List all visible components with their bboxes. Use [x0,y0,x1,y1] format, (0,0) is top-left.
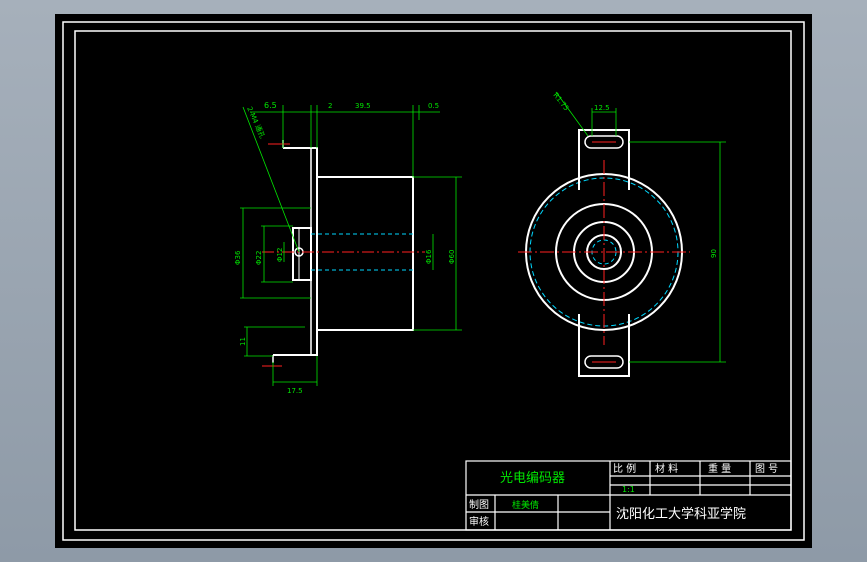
scale-label: 比 例 [613,462,636,475]
drawing-canvas: 6.5 2 39.5 0.5 Φ36 Φ22 Φ12 Φ16 Φ60 11 17… [55,14,812,548]
dim-height: 90 [710,249,718,258]
dim-slot-width: 12.5 [594,104,610,112]
drawn-label: 制图 [469,498,489,511]
dim-top-offset: 6.5 [264,101,277,110]
drawn-by: 桂美倩 [512,499,539,511]
weight-label: 重 量 [708,462,731,475]
dim-flange-thick: 11 [239,337,247,346]
part-name: 光电编码器 [500,471,565,486]
dim-dia-outer: Φ36 [234,250,242,265]
dim-gap: 2 [328,102,332,110]
dim-dia-inner: Φ12 [276,248,284,262]
dim-flange-width: 17.5 [287,387,303,395]
material-label: 材 料 [655,462,678,475]
dim-dia-body: Φ60 [448,250,456,264]
drawing-sheet [55,14,812,548]
dim-body-length: 39.5 [355,102,371,110]
dim-dia-bore: Φ16 [425,249,433,264]
drawing-no-label: 图 号 [755,463,778,475]
dim-dia-mid: Φ22 [255,251,263,265]
scale-value: 1:1 [622,485,635,494]
cad-viewport: 6.5 2 39.5 0.5 Φ36 Φ22 Φ12 Φ16 Φ60 11 17… [0,0,867,562]
school-name: 沈阳化工大学科亚学院 [616,506,746,522]
dim-end-gap: 0.5 [428,102,439,110]
checked-label: 审核 [469,515,489,528]
